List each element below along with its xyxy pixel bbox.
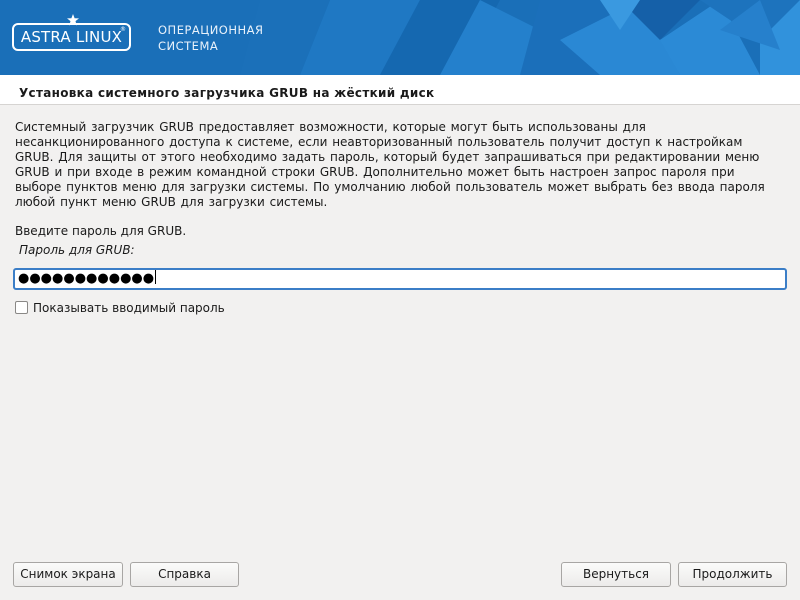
step-title-bar: Установка системного загрузчика GRUB на … <box>0 75 800 105</box>
star-icon <box>67 14 79 26</box>
back-button[interactable]: Вернуться <box>561 562 671 587</box>
logo-text: ASTRA LINUX <box>20 28 123 46</box>
password-prompt: Введите пароль для GRUB. <box>15 224 187 238</box>
show-password-row[interactable]: Показывать вводимый пароль <box>15 297 225 315</box>
header-banner: ASTRA LINUX ® ОПЕРАЦИОННАЯ СИСТЕМА <box>0 0 800 75</box>
help-button[interactable]: Справка <box>130 562 239 587</box>
password-value: ●●●●●●●●●●●● <box>18 271 155 286</box>
tagline-line-2: СИСТЕМА <box>158 39 219 53</box>
show-password-checkbox[interactable] <box>15 301 28 314</box>
show-password-label[interactable]: Показывать вводимый пароль <box>33 301 225 315</box>
password-field-label: Пароль для GRUB: <box>19 243 135 257</box>
text-caret <box>155 270 157 284</box>
page-title: Установка системного загрузчика GRUB на … <box>19 86 435 100</box>
registered-mark: ® <box>120 26 126 33</box>
screenshot-button[interactable]: Снимок экрана <box>13 562 123 587</box>
os-tagline: ОПЕРАЦИОННАЯ СИСТЕМА <box>158 22 264 54</box>
continue-button[interactable]: Продолжить <box>678 562 787 587</box>
astra-linux-logo: ASTRA LINUX ® <box>12 23 131 51</box>
grub-password-input[interactable]: ●●●●●●●●●●●● <box>13 268 787 290</box>
tagline-line-1: ОПЕРАЦИОННАЯ <box>158 23 264 37</box>
description-text: Системный загрузчик GRUB предоставляет в… <box>15 120 765 209</box>
